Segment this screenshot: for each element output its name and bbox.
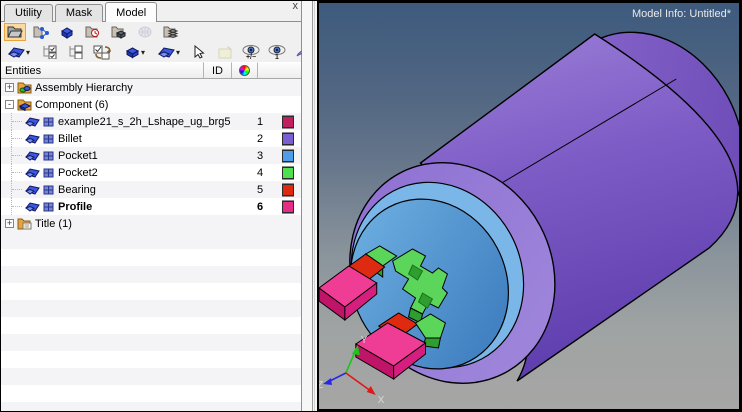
geometry-plane-icon bbox=[25, 149, 40, 162]
cube-menu-icon[interactable]: ▾ bbox=[120, 43, 150, 61]
tree-connector bbox=[11, 130, 25, 147]
chevron-down-icon: ▾ bbox=[176, 48, 180, 57]
tree-row-title[interactable]: + Title (1) bbox=[1, 215, 301, 232]
axis-z-arrowhead bbox=[323, 378, 332, 385]
mesh-grid-icon bbox=[42, 183, 56, 196]
tree-checkboxes-icon[interactable] bbox=[38, 43, 60, 61]
sphere-icon[interactable] bbox=[134, 23, 156, 41]
close-panel-button[interactable]: x bbox=[293, 1, 299, 11]
chevron-down-icon: ▾ bbox=[26, 48, 30, 57]
mesh-grid-icon bbox=[42, 149, 56, 162]
tree-connector bbox=[11, 198, 25, 215]
plane-menu-icon[interactable]: ▾ bbox=[154, 43, 184, 61]
collapse-toggle[interactable]: - bbox=[5, 100, 14, 109]
entity-share-icon[interactable] bbox=[30, 23, 52, 41]
tab-model[interactable]: Model bbox=[105, 2, 157, 22]
checkbox-sync-icon[interactable] bbox=[90, 43, 116, 61]
mesh-grid-icon bbox=[42, 132, 56, 145]
mesh-grid-icon bbox=[42, 166, 56, 179]
tab-utility[interactable]: Utility bbox=[4, 4, 53, 22]
folder-history-icon[interactable] bbox=[82, 23, 104, 41]
tree-expand-icon[interactable] bbox=[64, 43, 86, 61]
axis-x-label: X bbox=[378, 395, 385, 406]
tree-connector bbox=[11, 181, 25, 198]
axis-x-arrowhead bbox=[367, 386, 376, 395]
component-id: 1 bbox=[245, 116, 275, 128]
browser-toolbar-row1 bbox=[1, 22, 301, 42]
folder-stack-icon[interactable] bbox=[160, 23, 182, 41]
column-header-color[interactable] bbox=[232, 62, 258, 78]
component-id: 5 bbox=[245, 184, 275, 196]
block-icon[interactable] bbox=[56, 23, 78, 41]
eye-one-icon[interactable]: 1 bbox=[266, 43, 288, 61]
geometry-plane-icon bbox=[25, 132, 40, 145]
expand-toggle[interactable]: + bbox=[5, 219, 14, 228]
folder-open-icon[interactable] bbox=[4, 23, 26, 41]
folder-mesh-icon[interactable] bbox=[108, 23, 130, 41]
color-swatch[interactable] bbox=[282, 167, 294, 179]
model-canvas[interactable]: Y X Z bbox=[319, 3, 739, 409]
assembly-folder-icon bbox=[17, 81, 33, 94]
tree-connector bbox=[11, 164, 25, 181]
tree-connector bbox=[11, 147, 25, 164]
eye-plus-minus-icon[interactable]: +/− bbox=[240, 43, 262, 61]
browser-toolbar-row2: ▾ ▾ ▾ bbox=[1, 42, 301, 62]
color-swatch[interactable] bbox=[282, 116, 294, 128]
tree-header: Entities ID bbox=[1, 62, 301, 79]
tree-row-component[interactable]: example21_s_2h_Lshape_ug_brg5 1 bbox=[1, 113, 301, 130]
chevron-down-icon: ▾ bbox=[141, 48, 145, 57]
tab-bar: Utility Mask Model bbox=[1, 1, 301, 22]
model-browser-panel: x Utility Mask Model bbox=[1, 1, 302, 411]
color-swatch[interactable] bbox=[282, 201, 294, 213]
tree-row-component[interactable]: Profile 6 bbox=[1, 198, 301, 215]
axis-z-label: Z bbox=[319, 380, 323, 391]
component-id: 4 bbox=[245, 167, 275, 179]
color-wheel-icon bbox=[239, 65, 250, 76]
mesh-grid-icon bbox=[42, 200, 56, 213]
tree-connector bbox=[11, 113, 25, 130]
tab-mask[interactable]: Mask bbox=[55, 4, 103, 22]
graphics-viewport[interactable]: Model Info: Untitled* bbox=[317, 1, 741, 411]
tree-row-component[interactable]: Bearing 5 bbox=[1, 181, 301, 198]
note-icon[interactable] bbox=[214, 43, 236, 61]
geometry-plane-icon bbox=[25, 183, 40, 196]
tree-row-component-folder[interactable]: - Component (6) bbox=[1, 96, 301, 113]
column-header-id[interactable]: ID bbox=[204, 62, 232, 78]
axis-x bbox=[346, 373, 371, 391]
component-folder-icon bbox=[17, 98, 33, 111]
entity-tree: + Assembly Hierarchy - Component (6) exa… bbox=[1, 79, 301, 411]
component-id: 2 bbox=[245, 133, 275, 145]
tree-row-assembly-hierarchy[interactable]: + Assembly Hierarchy bbox=[1, 79, 301, 96]
tree-row-component[interactable]: Pocket2 4 bbox=[1, 164, 301, 181]
application-window: x Utility Mask Model bbox=[0, 0, 742, 412]
geometry-plane-menu-icon[interactable]: ▾ bbox=[4, 43, 34, 61]
tree-row-component[interactable]: Pocket1 3 bbox=[1, 147, 301, 164]
color-swatch[interactable] bbox=[282, 150, 294, 162]
component-id: 3 bbox=[245, 150, 275, 162]
geometry-plane-icon bbox=[25, 166, 40, 179]
title-folder-icon bbox=[17, 217, 33, 230]
panel-splitter[interactable] bbox=[302, 1, 317, 411]
pointer-icon[interactable] bbox=[188, 43, 210, 61]
geometry-plane-icon bbox=[25, 115, 40, 128]
expand-toggle[interactable]: + bbox=[5, 83, 14, 92]
column-header-entities[interactable]: Entities bbox=[1, 62, 204, 78]
color-swatch[interactable] bbox=[282, 184, 294, 196]
axis-y-label: Y bbox=[361, 335, 368, 346]
color-swatch[interactable] bbox=[282, 133, 294, 145]
geometry-plane-icon bbox=[25, 200, 40, 213]
tree-row-component[interactable]: Billet 2 bbox=[1, 130, 301, 147]
mesh-grid-icon bbox=[42, 115, 56, 128]
column-header-blank bbox=[258, 62, 301, 78]
component-id: 6 bbox=[245, 201, 275, 213]
